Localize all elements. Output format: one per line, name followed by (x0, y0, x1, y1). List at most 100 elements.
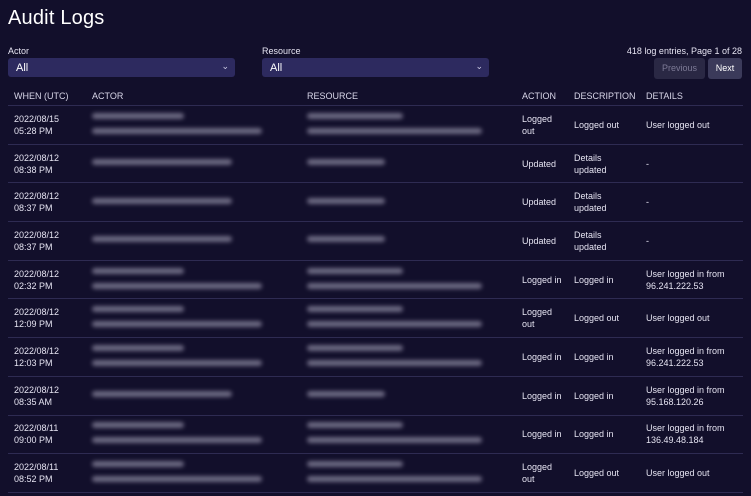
log-time: 08:35 AM (14, 396, 53, 407)
cell-details: - (640, 144, 743, 184)
redacted-text (92, 391, 232, 398)
cell-actor (86, 376, 301, 416)
next-page-button[interactable]: Next (708, 58, 742, 79)
redacted-text (307, 159, 385, 166)
cell-action: Logged in (516, 376, 568, 416)
log-time: 08:52 PM (14, 474, 53, 485)
column-header-description: DESCRIPTION (568, 87, 640, 106)
table-row: 2022/08/12 08:38 PM Updated Details updated… (8, 144, 743, 184)
actor-filter-label: Actor (8, 46, 30, 56)
log-time: 08:38 PM (14, 164, 53, 175)
cell-actor (86, 415, 301, 455)
log-date: 2022/08/11 (14, 462, 59, 473)
redacted-text (92, 437, 262, 444)
redacted-text (307, 236, 385, 243)
redacted-text (92, 476, 262, 483)
table-row: 2022/08/12 12:09 PM Logged out Logged out Us… (8, 298, 743, 339)
cell-resource (301, 144, 516, 184)
pagination-summary: 418 log entries, Page 1 of 28 (626, 46, 742, 56)
log-time: 09:00 PM (14, 435, 53, 446)
actor-select[interactable]: All ⌄ (8, 58, 235, 77)
table-row: 2022/08/11 09:00 PM Logged in Logged in User… (8, 415, 743, 455)
redacted-text (307, 437, 482, 444)
cell-actor (86, 144, 301, 184)
previous-page-button[interactable]: Previous (654, 58, 705, 79)
cell-action: Logged out (516, 298, 568, 339)
cell-actor (86, 453, 301, 493)
table-row: 2022/08/12 02:32 PM Logged in Logged in User… (8, 260, 743, 300)
cell-action: Updated (516, 182, 568, 223)
log-date: 2022/08/12 (14, 268, 60, 279)
log-date: 2022/08/12 (14, 384, 60, 395)
table-row: 2022/08/12 08:35 AM Logged in Logged in User… (8, 376, 743, 416)
redacted-text (307, 321, 482, 328)
log-date: 2022/08/12 (14, 152, 60, 163)
cell-description: Logged in (568, 376, 640, 416)
cell-description: Logged out (568, 453, 640, 493)
cell-when: 2022/08/12 02:32 PM (8, 260, 86, 300)
redacted-text (307, 267, 403, 274)
cell-details: User logged out (640, 453, 743, 493)
redacted-text (307, 112, 403, 119)
redacted-text (307, 306, 403, 313)
cell-when: 2022/08/12 08:38 PM (8, 144, 86, 184)
cell-action: Logged out (516, 105, 568, 145)
redacted-text (307, 359, 482, 366)
log-date: 2022/08/15 (14, 113, 60, 124)
table-row: 2022/08/11 08:52 PM Logged out Logged out Us… (8, 453, 743, 493)
cell-details: User logged out (640, 105, 743, 145)
log-date: 2022/08/12 (14, 307, 60, 318)
cell-actor (86, 221, 301, 261)
cell-details: User logged in from 96.241.222.53 (640, 337, 743, 377)
cell-description: Details updated (568, 144, 640, 184)
cell-actor (86, 182, 301, 223)
cell-action: Logged in (516, 337, 568, 377)
redacted-text (92, 461, 184, 468)
cell-description: Logged out (568, 298, 640, 339)
log-time: 02:32 PM (14, 280, 53, 291)
cell-when: 2022/08/12 08:37 PM (8, 182, 86, 223)
redacted-text (307, 127, 482, 134)
resource-select[interactable]: All ⌄ (262, 58, 489, 77)
cell-actor (86, 260, 301, 300)
cell-description: Logged in (568, 337, 640, 377)
column-header-action: ACTION (516, 87, 568, 106)
cell-actor (86, 105, 301, 145)
column-header-actor: ACTOR (86, 87, 301, 106)
cell-resource (301, 182, 516, 223)
cell-details: User logged in from 95.168.120.26 (640, 376, 743, 416)
redacted-text (92, 422, 184, 429)
column-header-when: WHEN (UTC) (8, 87, 86, 106)
log-time: 05:28 PM (14, 125, 53, 136)
cell-description: Logged in (568, 415, 640, 455)
resource-select-value: All (270, 62, 283, 74)
cell-when: 2022/08/12 12:03 PM (8, 337, 86, 377)
cell-action: Logged in (516, 415, 568, 455)
cell-description: Logged in (568, 260, 640, 300)
audit-log-table: WHEN (UTC) ACTOR RESOURCE ACTION DESCRIP… (8, 87, 743, 493)
cell-resource (301, 337, 516, 377)
cell-resource (301, 376, 516, 416)
cell-actor (86, 337, 301, 377)
log-date: 2022/08/12 (14, 191, 60, 202)
cell-details: User logged in from 136.49.48.184 (640, 415, 743, 455)
redacted-text (92, 197, 232, 204)
column-header-details: DETAILS (640, 87, 743, 106)
redacted-text (92, 359, 262, 366)
column-header-resource: RESOURCE (301, 87, 516, 106)
cell-resource (301, 453, 516, 493)
redacted-text (307, 282, 482, 289)
redacted-text (92, 236, 232, 243)
cell-resource (301, 221, 516, 261)
cell-action: Updated (516, 221, 568, 261)
cell-actor (86, 298, 301, 339)
cell-when: 2022/08/15 05:28 PM (8, 105, 86, 145)
redacted-text (92, 112, 184, 119)
chevron-down-icon: ⌄ (221, 61, 229, 71)
cell-description: Logged out (568, 105, 640, 145)
cell-action: Updated (516, 144, 568, 184)
cell-resource (301, 298, 516, 339)
table-header-row: WHEN (UTC) ACTOR RESOURCE ACTION DESCRIP… (8, 87, 743, 106)
log-time: 08:37 PM (14, 241, 53, 252)
cell-when: 2022/08/12 12:09 PM (8, 298, 86, 339)
